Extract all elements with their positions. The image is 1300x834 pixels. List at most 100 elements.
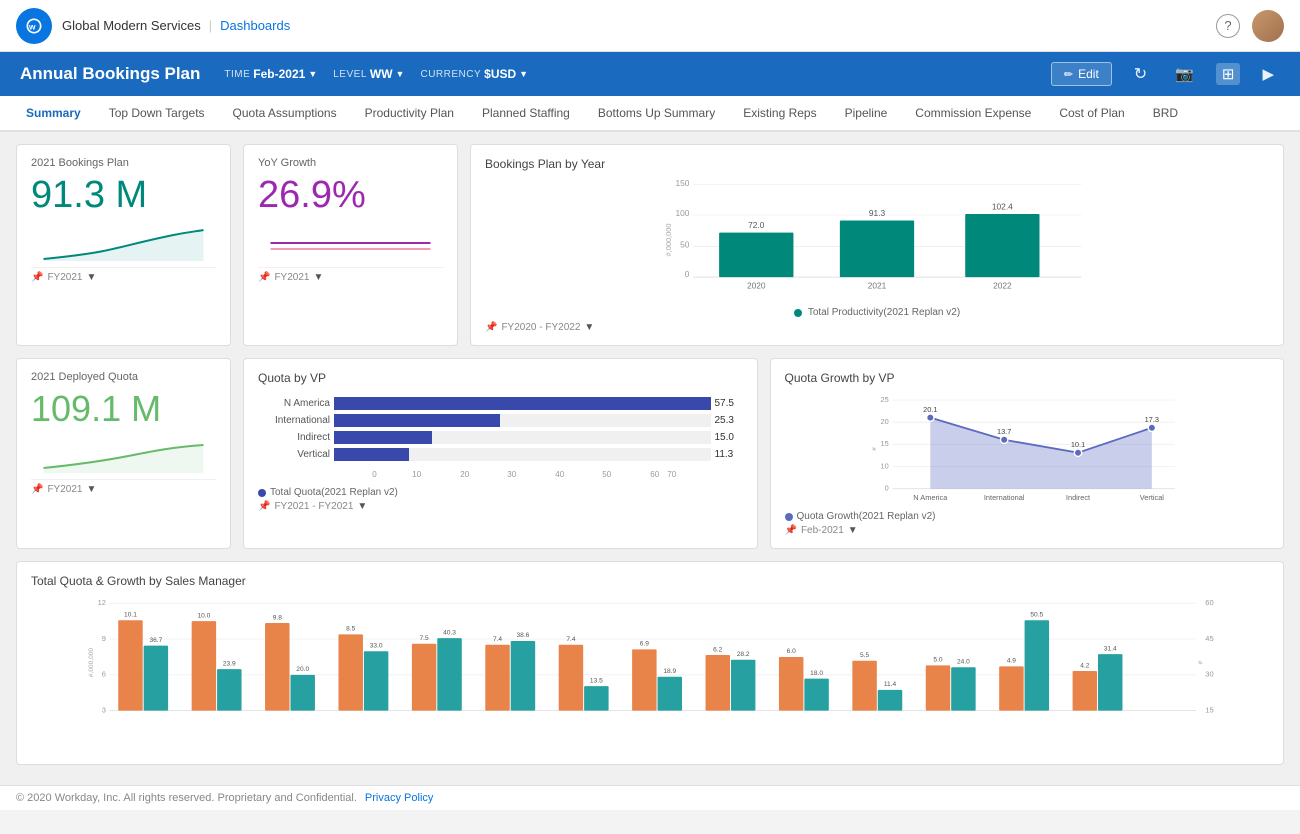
edit-button[interactable]: ✏ Edit <box>1051 62 1112 86</box>
svg-text:7.5: 7.5 <box>420 635 429 642</box>
help-icon[interactable]: ? <box>1216 14 1240 38</box>
page-title: Annual Bookings Plan <box>20 64 200 84</box>
legend-dot-3 <box>785 513 793 521</box>
svg-text:7.4: 7.4 <box>493 636 502 643</box>
nav-separator: | <box>209 18 212 33</box>
svg-text:3: 3 <box>102 705 106 714</box>
by-year-arrow[interactable]: ▼ <box>584 322 594 333</box>
tab-pipeline[interactable]: Pipeline <box>831 96 902 132</box>
hbar-val-4: 11.3 <box>715 449 743 460</box>
svg-text:23.9: 23.9 <box>223 660 236 667</box>
svg-text:15: 15 <box>1205 705 1213 714</box>
currency-arrow-icon: ▼ <box>519 69 528 79</box>
camera-icon[interactable]: 📷 <box>1169 63 1200 85</box>
managers-chart-svg: 12 9 6 3 #,000,000 60 45 30 15 # <box>31 592 1269 752</box>
svg-text:40.3: 40.3 <box>443 629 456 636</box>
tab-cost[interactable]: Cost of Plan <box>1045 96 1138 132</box>
bookings-sparkline-svg <box>31 221 216 261</box>
svg-text:17.3: 17.3 <box>1144 415 1158 424</box>
page-footer: © 2020 Workday, Inc. All rights reserved… <box>0 785 1300 810</box>
svg-text:33.0: 33.0 <box>370 643 383 650</box>
pin-icon-4: 📌 <box>31 484 43 495</box>
svg-text:#: # <box>1196 661 1203 665</box>
bookings-by-year-card: Bookings Plan by Year 150 100 50 0 #,000… <box>470 144 1284 346</box>
svg-text:6: 6 <box>102 670 106 679</box>
svg-text:31.4: 31.4 <box>1104 645 1117 652</box>
deployed-footer-arrow[interactable]: ▼ <box>86 484 96 495</box>
quota-vp-footer: 📌 FY2021 - FY2021 ▼ <box>258 501 743 512</box>
hbar-fill-3 <box>334 431 432 444</box>
svg-text:18.0: 18.0 <box>810 670 823 677</box>
tab-quota[interactable]: Quota Assumptions <box>219 96 351 132</box>
yoy-footer: 📌 FY2021 ▼ <box>258 267 443 283</box>
time-label: TIME <box>224 69 250 80</box>
dashboards-link[interactable]: Dashboards <box>220 18 290 33</box>
quota-growth-footer-val: Feb-2021 <box>801 525 844 536</box>
svg-text:w: w <box>28 21 36 31</box>
tab-top-down[interactable]: Top Down Targets <box>95 96 219 132</box>
quota-vp-arrow[interactable]: ▼ <box>357 501 367 512</box>
grid-view-icon[interactable]: ⊞ <box>1216 63 1241 85</box>
privacy-policy-link[interactable]: Privacy Policy <box>365 792 433 804</box>
footer-arrow-icon[interactable]: ▼ <box>86 272 96 283</box>
currency-label: CURRENCY <box>420 69 481 80</box>
level-label: LEVEL <box>333 69 367 80</box>
svg-text:91.3: 91.3 <box>869 208 886 218</box>
refresh-icon[interactable]: ↻ <box>1128 62 1153 86</box>
level-filter[interactable]: LEVEL WW ▼ <box>333 67 404 81</box>
svg-text:100: 100 <box>676 208 690 218</box>
hbar-row-3: Indirect 15.0 <box>258 431 743 444</box>
yoy-sparkline <box>258 221 443 263</box>
deployed-footer-val: FY2021 <box>47 484 82 495</box>
hbar-label-2: International <box>258 415 330 426</box>
svg-text:50: 50 <box>680 239 690 249</box>
svg-text:4.9: 4.9 <box>1007 658 1016 665</box>
tab-commission[interactable]: Commission Expense <box>901 96 1045 132</box>
quota-growth-legend: Quota Growth(2021 Replan v2) <box>785 511 1270 522</box>
quota-growth-card: Quota Growth by VP 25 20 15 10 0 # <box>770 358 1285 549</box>
currency-filter[interactable]: CURRENCY $USD ▼ <box>420 67 528 81</box>
svg-text:18.9: 18.9 <box>663 668 676 675</box>
svg-text:50: 50 <box>602 470 611 479</box>
svg-text:13.7: 13.7 <box>996 427 1010 436</box>
svg-text:2022: 2022 <box>993 280 1012 290</box>
video-icon[interactable]: ▶ <box>1256 63 1280 85</box>
legend-label-3: Quota Growth(2021 Replan v2) <box>797 511 936 522</box>
svg-text:45: 45 <box>1205 634 1213 643</box>
svg-text:11.4: 11.4 <box>884 681 897 688</box>
svg-text:20: 20 <box>460 470 469 479</box>
hbar-val-1: 57.5 <box>715 398 743 409</box>
svg-text:9.8: 9.8 <box>273 614 282 621</box>
time-arrow-icon: ▼ <box>308 69 317 79</box>
workday-logo[interactable]: w <box>16 8 52 44</box>
svg-text:2021: 2021 <box>868 280 887 290</box>
tab-planned[interactable]: Planned Staffing <box>468 96 584 132</box>
svg-text:150: 150 <box>676 178 690 188</box>
hbar-xaxis: 0 10 20 30 40 50 60 70 <box>258 465 743 481</box>
svg-text:5.0: 5.0 <box>933 657 942 664</box>
quota-hbars: N America 57.5 International 25.3 Indire… <box>258 391 743 483</box>
svg-text:#,000,000: #,000,000 <box>88 648 95 678</box>
user-avatar[interactable] <box>1252 10 1284 42</box>
svg-text:28.2: 28.2 <box>737 651 750 658</box>
tab-brd[interactable]: BRD <box>1139 96 1192 132</box>
quota-vp-footer-val: FY2021 - FY2021 <box>274 501 353 512</box>
top-nav: w Global Modern Services | Dashboards ? <box>0 0 1300 52</box>
quota-growth-arrow[interactable]: ▼ <box>848 525 858 536</box>
quota-growth-chart-svg: 25 20 15 10 0 # <box>785 389 1270 509</box>
yoy-sparkline-svg <box>258 221 443 261</box>
tab-bottoms-up[interactable]: Bottoms Up Summary <box>584 96 729 132</box>
yoy-footer-arrow[interactable]: ▼ <box>313 272 323 283</box>
hbar-track-1 <box>334 397 711 410</box>
tab-productivity[interactable]: Productivity Plan <box>351 96 468 132</box>
tab-summary[interactable]: Summary <box>12 96 95 132</box>
svg-text:13.5: 13.5 <box>590 677 603 684</box>
deployed-quota-card: 2021 Deployed Quota 109.1 M 📌 FY2021 ▼ <box>16 358 231 549</box>
svg-text:30: 30 <box>507 470 516 479</box>
time-filter[interactable]: TIME Feb-2021 ▼ <box>224 67 317 81</box>
hbar-fill-4 <box>334 448 409 461</box>
bookings-by-year-title: Bookings Plan by Year <box>485 157 1269 171</box>
main-content: 2021 Bookings Plan 91.3 M 📌 FY2021 ▼ YoY… <box>0 132 1300 785</box>
tab-existing[interactable]: Existing Reps <box>729 96 830 132</box>
bookings-footer-value: FY2021 <box>47 272 82 283</box>
